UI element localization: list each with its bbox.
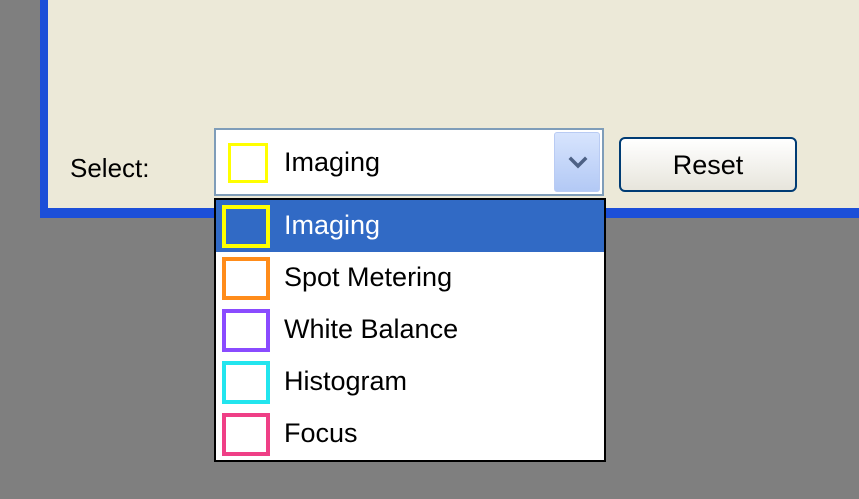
option-label: Focus — [284, 418, 358, 448]
color-swatch — [222, 361, 270, 404]
option-label: Spot Metering — [284, 262, 453, 292]
color-swatch — [222, 309, 270, 352]
dropdown-option[interactable]: Focus — [216, 408, 604, 460]
selected-color-swatch — [228, 143, 268, 183]
color-swatch — [222, 257, 270, 300]
option-label: Imaging — [284, 210, 381, 240]
reset-button[interactable]: Reset — [619, 137, 797, 192]
mode-dropdown-list: Imaging Spot Metering White Balance Hist… — [214, 198, 606, 462]
dropdown-option[interactable]: Histogram — [216, 356, 604, 408]
color-swatch — [222, 205, 270, 248]
selected-mode-value: Imaging — [284, 147, 381, 177]
dropdown-option[interactable]: Imaging — [216, 200, 604, 252]
option-label: Histogram — [284, 366, 408, 396]
option-label: White Balance — [284, 314, 459, 344]
select-label: Select: — [70, 153, 150, 183]
dropdown-option[interactable]: White Balance — [216, 304, 604, 356]
mode-select-combobox[interactable]: Imaging — [214, 128, 604, 196]
color-swatch — [222, 413, 270, 456]
chevron-down-icon — [568, 156, 588, 169]
dropdown-toggle-button[interactable] — [554, 132, 600, 192]
dropdown-option[interactable]: Spot Metering — [216, 252, 604, 304]
